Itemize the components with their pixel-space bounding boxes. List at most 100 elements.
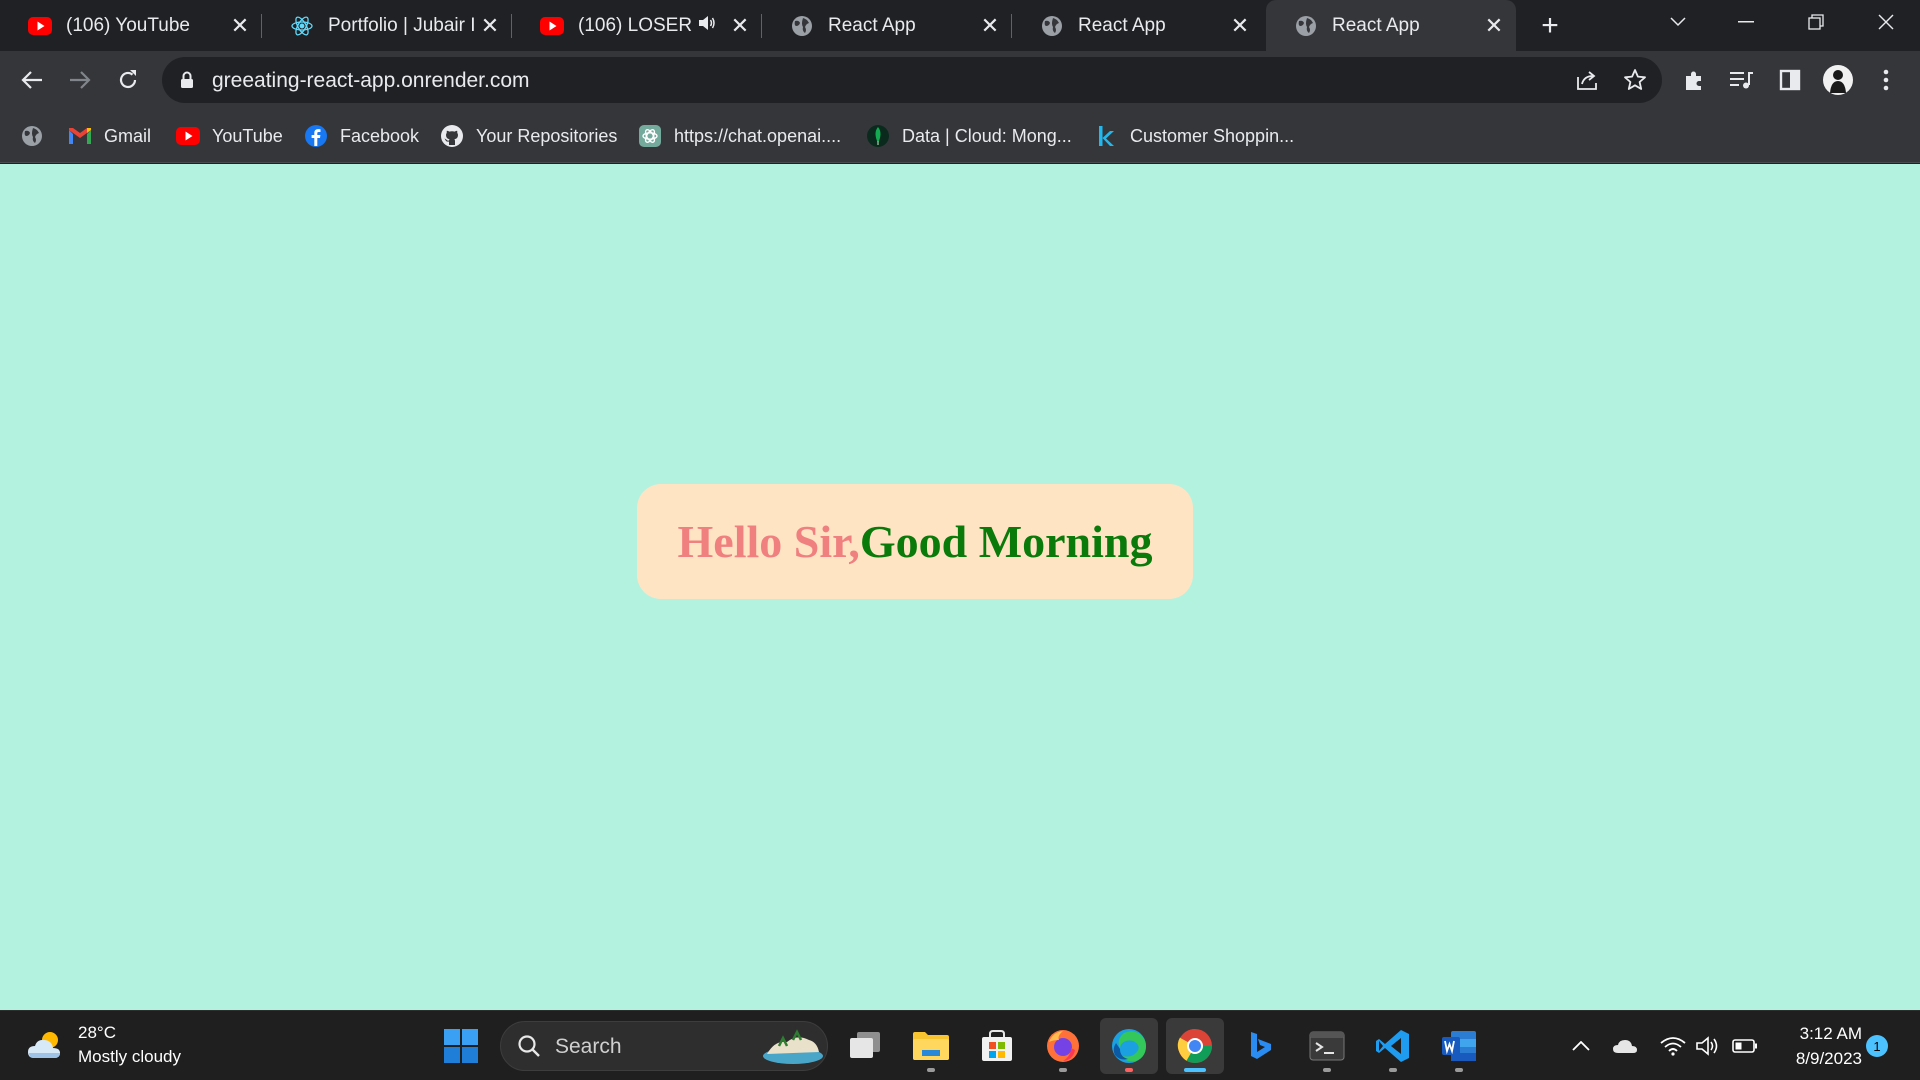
bookmark-github[interactable]: Your Repositories (440, 109, 617, 163)
bookmark-label: Gmail (104, 125, 152, 146)
tab-title: React App (1078, 14, 1166, 36)
system-clock[interactable]: 3:12 AM 8/9/2023 (1772, 1021, 1862, 1071)
share-icon[interactable] (1574, 67, 1600, 93)
firefox-button[interactable] (1034, 1018, 1092, 1074)
openai-icon (638, 124, 662, 148)
tab-youtube[interactable]: (106) YouTube ✕ (0, 0, 262, 51)
volume-button[interactable] (1694, 1011, 1724, 1080)
chrome-button[interactable] (1166, 1018, 1224, 1074)
edge-icon (1112, 1029, 1146, 1063)
show-hidden-icons-button[interactable] (1566, 1011, 1596, 1080)
running-indicator (1455, 1068, 1463, 1072)
running-indicator (927, 1068, 935, 1072)
profile-button[interactable] (1820, 62, 1856, 98)
word-button[interactable] (1430, 1018, 1488, 1074)
react-icon (290, 14, 314, 38)
cloudy-weather-icon (28, 1032, 60, 1058)
cloud-icon (1613, 1040, 1637, 1053)
tab-title: (106) LOSER Ft. (578, 14, 698, 36)
chevron-up-icon (1572, 1041, 1590, 1051)
bing-icon (1251, 1032, 1271, 1059)
tab-close-button[interactable]: ✕ (976, 12, 1004, 40)
speaker-icon[interactable] (698, 15, 716, 37)
restore-button[interactable] (1786, 0, 1846, 44)
side-panel-button[interactable] (1772, 62, 1808, 98)
tab-close-button[interactable]: ✕ (726, 12, 754, 40)
forward-button[interactable] (62, 62, 98, 98)
globe-icon (20, 124, 44, 148)
taskbar-search[interactable]: Search (500, 1021, 828, 1071)
running-indicator (1323, 1068, 1331, 1072)
tab-loser[interactable]: (106) LOSER Ft. ✕ (512, 0, 762, 51)
tab-react-app-2[interactable]: React App ✕ (1012, 0, 1262, 51)
globe-icon (1040, 14, 1064, 38)
more-vertical-icon (1883, 69, 1889, 91)
start-button[interactable] (432, 1018, 490, 1074)
bookmark-customer-shopping[interactable]: Customer Shoppin... (1094, 109, 1294, 163)
tab-close-button[interactable]: ✕ (1480, 12, 1508, 40)
page-viewport: Hello Sir, Good Morning (0, 164, 1920, 1010)
tab-close-button[interactable]: ✕ (476, 12, 504, 40)
tab-close-button[interactable]: ✕ (1226, 12, 1254, 40)
close-window-button[interactable] (1856, 0, 1916, 44)
star-icon[interactable] (1622, 67, 1648, 93)
bookmark-facebook[interactable]: Facebook (304, 109, 419, 163)
wifi-icon (1660, 1037, 1686, 1056)
windows-taskbar: 28°C Mostly cloudy Search 3:12 AM 8/9/20… (0, 1010, 1920, 1080)
onedrive-button[interactable] (1610, 1011, 1640, 1080)
bookmark-label: Your Repositories (476, 125, 618, 146)
bing-button[interactable] (1232, 1018, 1290, 1074)
youtube-icon (176, 124, 200, 148)
file-explorer-button[interactable] (902, 1018, 960, 1074)
restore-icon (1808, 14, 1824, 30)
battery-button[interactable] (1730, 1011, 1760, 1080)
minimize-button[interactable] (1716, 0, 1776, 44)
chrome-menu-button[interactable] (1868, 62, 1904, 98)
lock-icon[interactable] (180, 71, 194, 94)
bookmark-mongodb[interactable]: Data | Cloud: Mong... (866, 109, 1072, 163)
bookmark-chatgpt[interactable]: https://chat.openai.... (638, 109, 841, 163)
bookmark-youtube[interactable]: YouTube (176, 109, 283, 163)
weather-condition: Mostly cloudy (78, 1047, 181, 1066)
bookmark-label: Customer Shoppin... (1130, 125, 1295, 146)
mongodb-icon (866, 124, 890, 148)
active-indicator (1184, 1068, 1206, 1072)
tab-react-app-1[interactable]: React App ✕ (762, 0, 1012, 51)
address-bar[interactable]: greeating-react-app.onrender.com (162, 57, 1662, 103)
chrome-icon (1177, 1029, 1212, 1063)
vscode-button[interactable] (1364, 1018, 1422, 1074)
task-view-button[interactable] (836, 1018, 894, 1074)
tab-search-button[interactable] (1648, 0, 1708, 44)
globe-icon (1294, 14, 1318, 38)
edge-button[interactable] (1100, 1018, 1158, 1074)
wifi-button[interactable] (1658, 1011, 1688, 1080)
media-controls-button[interactable] (1724, 62, 1760, 98)
tab-strip: (106) YouTube ✕ Portfolio | Jubair Isl ✕… (0, 0, 1920, 51)
extensions-button[interactable] (1676, 62, 1712, 98)
search-placeholder: Search (555, 1035, 622, 1058)
tab-react-app-active[interactable]: React App ✕ (1266, 0, 1516, 51)
bookmark-gmail[interactable]: Gmail (68, 109, 151, 163)
tab-title: (106) YouTube (66, 14, 190, 36)
battery-icon (1732, 1039, 1757, 1053)
store-icon (982, 1030, 1012, 1061)
notification-badge[interactable]: 1 (1866, 1035, 1888, 1057)
windows-logo-icon (444, 1029, 478, 1063)
url-text[interactable]: greeating-react-app.onrender.com (212, 69, 530, 93)
terminal-button[interactable] (1298, 1018, 1356, 1074)
tab-close-button[interactable]: ✕ (226, 12, 254, 40)
reload-button[interactable] (110, 62, 146, 98)
microsoft-store-button[interactable] (968, 1018, 1026, 1074)
running-indicator (1125, 1068, 1133, 1072)
tab-portfolio[interactable]: Portfolio | Jubair Isl ✕ (262, 0, 512, 51)
clock-time: 3:12 AM (1799, 1024, 1862, 1043)
browser-toolbar: greeating-react-app.onrender.com (0, 51, 1920, 109)
back-button[interactable] (14, 62, 50, 98)
clock-date: 8/9/2023 (1795, 1049, 1862, 1068)
bookmark-globe[interactable] (20, 109, 56, 163)
new-tab-button[interactable]: + (1534, 9, 1566, 42)
weather-temperature: 28°C (78, 1023, 116, 1042)
bookmark-label: Facebook (340, 125, 420, 146)
weather-widget[interactable]: 28°C Mostly cloudy (26, 1021, 181, 1069)
bookmarks-bar: Gmail YouTube Facebook Your Repositories… (0, 109, 1920, 163)
